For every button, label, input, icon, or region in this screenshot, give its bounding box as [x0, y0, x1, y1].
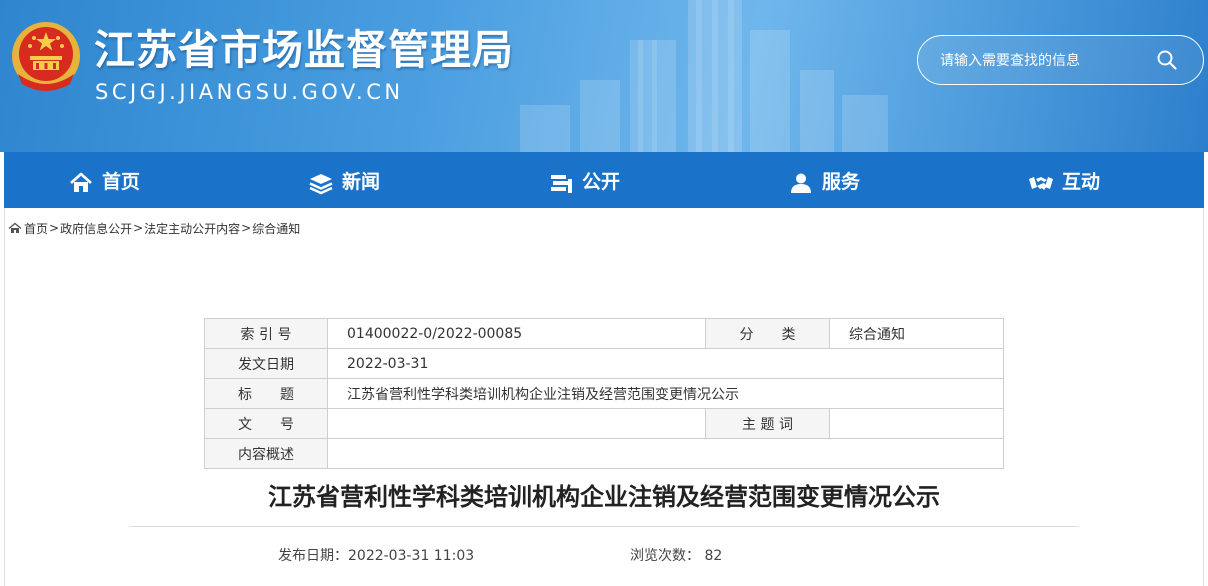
breadcrumb-separator: >	[133, 221, 144, 235]
view-count-value: 82	[704, 548, 723, 564]
site-title: 江苏省市场监督管理局	[94, 26, 514, 74]
layers-icon	[309, 174, 333, 195]
table-row: 索 引 号 01400022-0/2022-00085 分 类 综合通知	[204, 318, 1004, 349]
nav-item-service[interactable]: 服务	[788, 152, 860, 208]
breadcrumb-general-notice[interactable]: 综合通知	[252, 220, 300, 237]
main-nav: 首页 新闻 公开 服务 互动	[4, 152, 1204, 208]
summary-value	[327, 438, 1004, 469]
breadcrumb: 首页 > 政府信息公开 > 法定主动公开内容 > 综合通知	[8, 220, 300, 236]
date-label: 发文日期	[204, 348, 328, 379]
keyword-label: 主 题 词	[705, 408, 830, 439]
nav-item-interaction[interactable]: 互动	[1028, 152, 1100, 208]
user-icon	[791, 173, 811, 193]
home-icon	[70, 172, 92, 192]
stack-icon	[551, 175, 572, 193]
category-label: 分 类	[705, 318, 830, 349]
nav-item-public[interactable]: 公开	[548, 152, 620, 208]
nav-item-label: 公开	[582, 170, 621, 193]
document-info-table: 索 引 号 01400022-0/2022-00085 分 类 综合通知 发文日…	[204, 318, 1004, 469]
nav-item-label: 首页	[102, 170, 141, 193]
national-emblem-logo	[12, 22, 80, 91]
breadcrumb-home[interactable]: 首页	[24, 220, 48, 237]
nav-item-news[interactable]: 新闻	[308, 152, 380, 208]
table-row: 文 号 主 题 词	[204, 408, 1004, 439]
docno-value	[327, 408, 706, 439]
header-banner: 江苏省市场监督管理局 SCJGJ.JIANGSU.GOV.CN	[0, 0, 1208, 152]
view-count: 浏览次数： 82	[630, 545, 722, 565]
search-box	[917, 35, 1204, 85]
table-row: 内容概述	[204, 438, 1004, 469]
article-title: 江苏省营利性学科类培训机构企业注销及经营范围变更情况公示	[268, 483, 940, 511]
nav-item-label: 互动	[1062, 170, 1101, 193]
breadcrumb-separator: >	[241, 221, 252, 235]
site-domain: SCJGJ.JIANGSU.GOV.CN	[95, 80, 404, 104]
date-value: 2022-03-31	[327, 348, 1004, 379]
search-input[interactable]	[940, 49, 1160, 73]
summary-label: 内容概述	[204, 438, 328, 469]
index-label: 索 引 号	[204, 318, 328, 349]
publish-date: 发布日期：2022-03-31 11:03	[278, 545, 474, 565]
publish-date-value: 2022-03-31 11:03	[348, 548, 475, 564]
handshake-icon	[1029, 177, 1053, 190]
divider	[129, 526, 1079, 527]
table-row: 发文日期 2022-03-31	[204, 348, 1004, 379]
category-value: 综合通知	[829, 318, 1004, 349]
table-row: 标 题 江苏省营利性学科类培训机构企业注销及经营范围变更情况公示	[204, 378, 1004, 409]
index-value: 01400022-0/2022-00085	[327, 318, 706, 349]
city-skyline-decoration	[520, 0, 888, 152]
view-count-label: 浏览次数：	[630, 548, 700, 564]
breadcrumb-gov-info[interactable]: 政府信息公开	[60, 220, 132, 237]
search-icon[interactable]	[1155, 48, 1179, 72]
title-label: 标 题	[204, 378, 328, 409]
breadcrumb-separator: >	[49, 221, 60, 235]
home-icon	[8, 222, 22, 233]
title-value: 江苏省营利性学科类培训机构企业注销及经营范围变更情况公示	[327, 378, 1004, 409]
keyword-value	[829, 408, 1004, 439]
nav-item-home[interactable]: 首页	[68, 152, 140, 208]
publish-date-label: 发布日期：	[278, 548, 348, 564]
nav-item-label: 新闻	[342, 170, 381, 193]
docno-label: 文 号	[204, 408, 328, 439]
breadcrumb-statutory[interactable]: 法定主动公开内容	[144, 220, 240, 237]
nav-item-label: 服务	[822, 170, 861, 193]
